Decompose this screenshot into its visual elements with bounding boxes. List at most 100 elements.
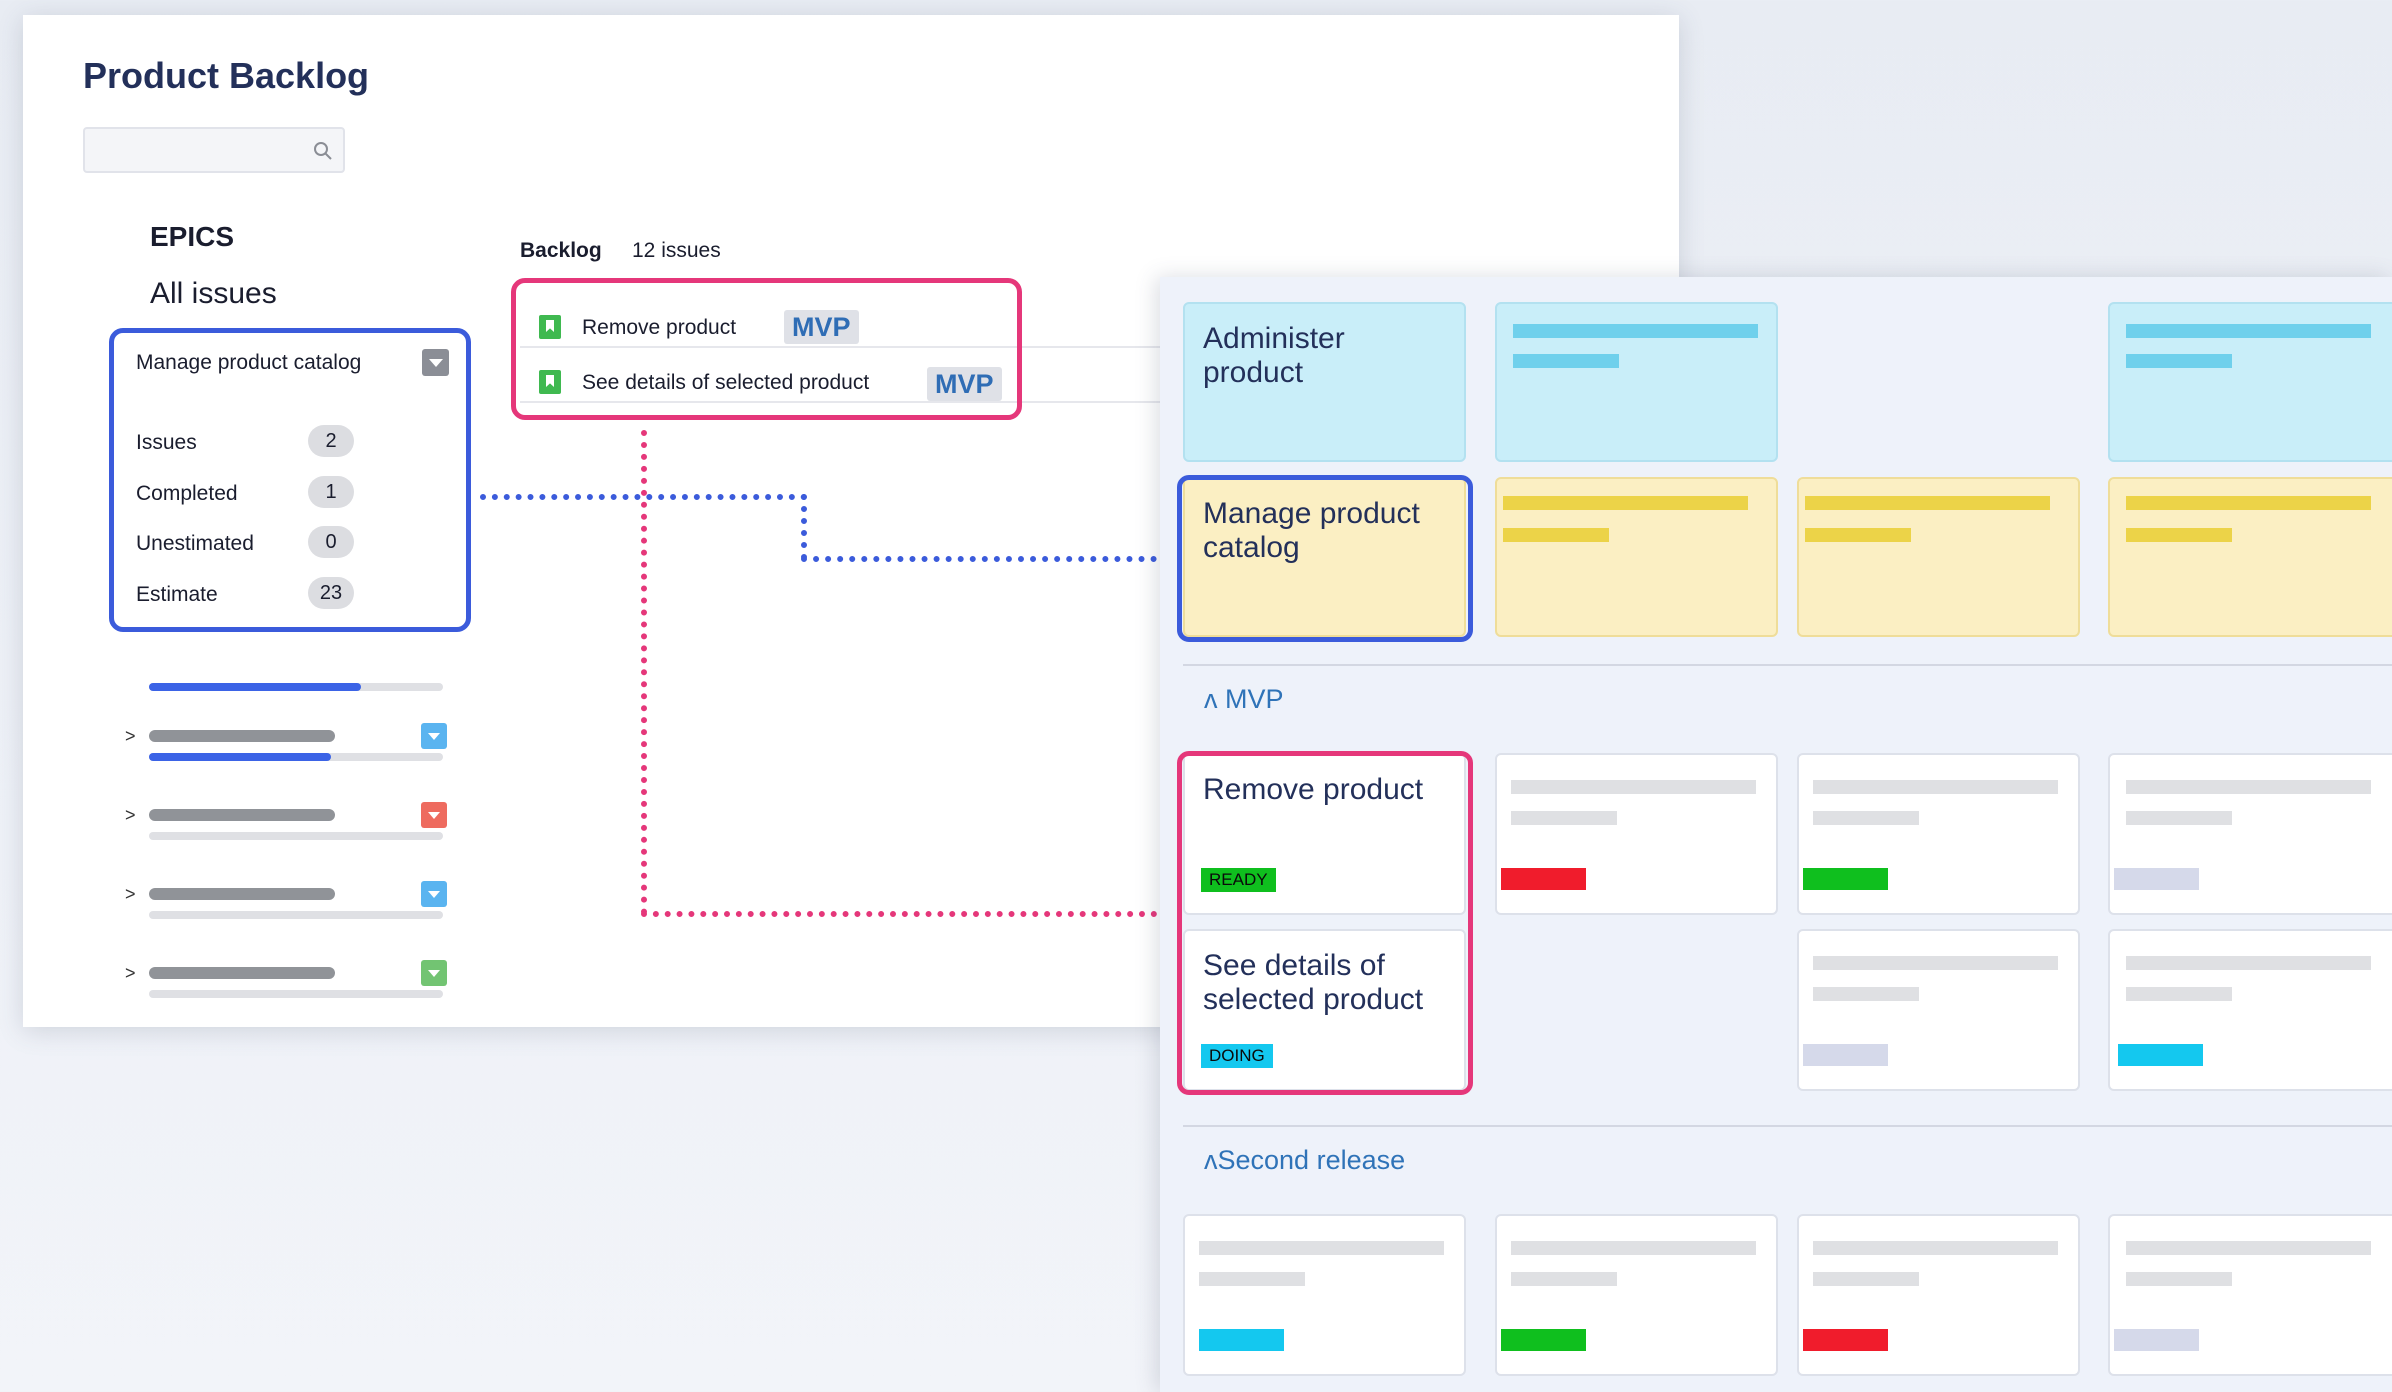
search-icon (314, 142, 332, 160)
epic-progress-fill (149, 753, 332, 761)
chevron-down-icon[interactable] (422, 349, 449, 376)
stat-label-issues: Issues (136, 431, 197, 454)
activity-card-administer-product[interactable]: Administer product (1183, 302, 1466, 462)
release-divider (1183, 1125, 2392, 1127)
story-card[interactable] (2108, 1214, 2392, 1376)
stat-value-completed: 1 (308, 476, 354, 508)
connector-blue (801, 556, 1181, 562)
placeholder-line (1813, 780, 2058, 794)
status-color-chip (1501, 1329, 1586, 1351)
epic-card[interactable] (1797, 477, 2080, 637)
story-card[interactable] (2108, 929, 2392, 1091)
stat-value-unestimated: 0 (308, 526, 354, 558)
activity-title: Administer product (1203, 322, 1345, 389)
epic-panel-manage-product-catalog[interactable]: Manage product catalog Issues 2 Complete… (109, 328, 471, 632)
epic-progress-bar (149, 911, 443, 919)
epic-name: Manage product catalog (136, 351, 362, 374)
expand-chevron-icon[interactable]: > (125, 805, 136, 826)
stat-label-estimate: Estimate (136, 583, 218, 606)
status-color-chip (1803, 1044, 1888, 1066)
status-color-chip (1199, 1329, 1284, 1351)
placeholder-line (2126, 354, 2232, 368)
stat-value-estimate: 23 (308, 577, 354, 609)
placeholder-line (1511, 780, 1756, 794)
stat-value-issues: 2 (308, 425, 354, 457)
connector-blue (801, 494, 807, 560)
stories-highlight (1177, 751, 1473, 1095)
placeholder-line (1199, 1272, 1305, 1286)
expand-chevron-icon[interactable]: > (125, 726, 136, 747)
chevron-down-icon[interactable] (421, 960, 447, 986)
placeholder-line (1805, 496, 2050, 510)
story-card[interactable] (1495, 1214, 1778, 1376)
epic-name-placeholder (149, 730, 335, 742)
placeholder-line (1805, 528, 1911, 542)
expand-chevron-icon[interactable]: > (125, 963, 136, 984)
placeholder-line (1513, 354, 1619, 368)
story-card[interactable] (2108, 753, 2392, 915)
story-card[interactable] (1183, 1214, 1466, 1376)
placeholder-line (1513, 324, 1758, 338)
placeholder-line (1199, 1241, 1444, 1255)
placeholder-line (1511, 1241, 1756, 1255)
release-toggle-second-release[interactable]: ʌSecond release (1204, 1145, 1405, 1176)
placeholder-line (1813, 956, 2058, 970)
epic-progress-fill (149, 683, 361, 691)
placeholder-line (2126, 987, 2232, 1001)
epic-name-placeholder (149, 967, 335, 979)
epic-progress-bar (149, 753, 443, 761)
placeholder-line (2126, 780, 2371, 794)
mvp-tag[interactable]: MVP (927, 367, 1002, 401)
placeholder-line (1511, 811, 1617, 825)
epic-highlight (1177, 475, 1473, 642)
placeholder-line (1813, 811, 1919, 825)
placeholder-line (1503, 528, 1609, 542)
page-title: Product Backlog (83, 55, 370, 96)
backlog-label: Backlog (520, 239, 602, 262)
connector-pink (641, 911, 1181, 917)
all-issues-filter[interactable]: All issues (150, 277, 277, 311)
epic-card[interactable] (2108, 477, 2392, 637)
chevron-down-icon[interactable] (421, 802, 447, 828)
issue-row-see-details[interactable]: See details of selected product MVP (539, 365, 1009, 401)
status-color-chip (2114, 868, 2199, 890)
status-color-chip (2114, 1329, 2199, 1351)
placeholder-line (1511, 1272, 1617, 1286)
story-icon (539, 315, 561, 339)
story-card[interactable] (1495, 753, 1778, 915)
stat-label-unestimated: Unestimated (136, 532, 254, 555)
epic-progress-bar (149, 832, 443, 840)
story-card[interactable] (1797, 753, 2080, 915)
placeholder-line (2126, 811, 2232, 825)
chevron-down-icon[interactable] (421, 723, 447, 749)
epics-heading: EPICS (150, 221, 235, 252)
epic-progress-bar (149, 990, 443, 998)
placeholder-line (2126, 496, 2371, 510)
story-card[interactable] (1797, 929, 2080, 1091)
chevron-down-icon[interactable] (421, 881, 447, 907)
release-toggle-mvp[interactable]: ʌ MVP (1204, 684, 1284, 715)
issue-count: 12 issues (632, 239, 721, 262)
activity-card[interactable] (2108, 302, 2392, 462)
connector-pink (641, 430, 647, 915)
story-map-panel: Administer product Manage product catalo… (1160, 277, 2392, 1392)
placeholder-line (2126, 528, 2232, 542)
placeholder-line (1813, 1272, 1919, 1286)
epic-card[interactable] (1495, 477, 1778, 637)
status-color-chip (1803, 1329, 1888, 1351)
placeholder-line (1813, 987, 1919, 1001)
expand-chevron-icon[interactable]: > (125, 884, 136, 905)
activity-card[interactable] (1495, 302, 1778, 462)
epic-name-placeholder (149, 809, 335, 821)
release-divider (1183, 664, 2392, 666)
issue-row-remove-product[interactable]: Remove product MVP (539, 310, 1009, 344)
placeholder-line (2126, 1241, 2371, 1255)
status-color-chip (1803, 868, 1888, 890)
search-input[interactable] (83, 127, 345, 173)
story-card[interactable] (1797, 1214, 2080, 1376)
placeholder-line (2126, 1272, 2232, 1286)
issue-summary: Remove product (582, 316, 737, 339)
status-color-chip (1501, 868, 1586, 890)
issue-summary: See details of selected product (582, 371, 870, 394)
mvp-tag[interactable]: MVP (784, 310, 859, 344)
